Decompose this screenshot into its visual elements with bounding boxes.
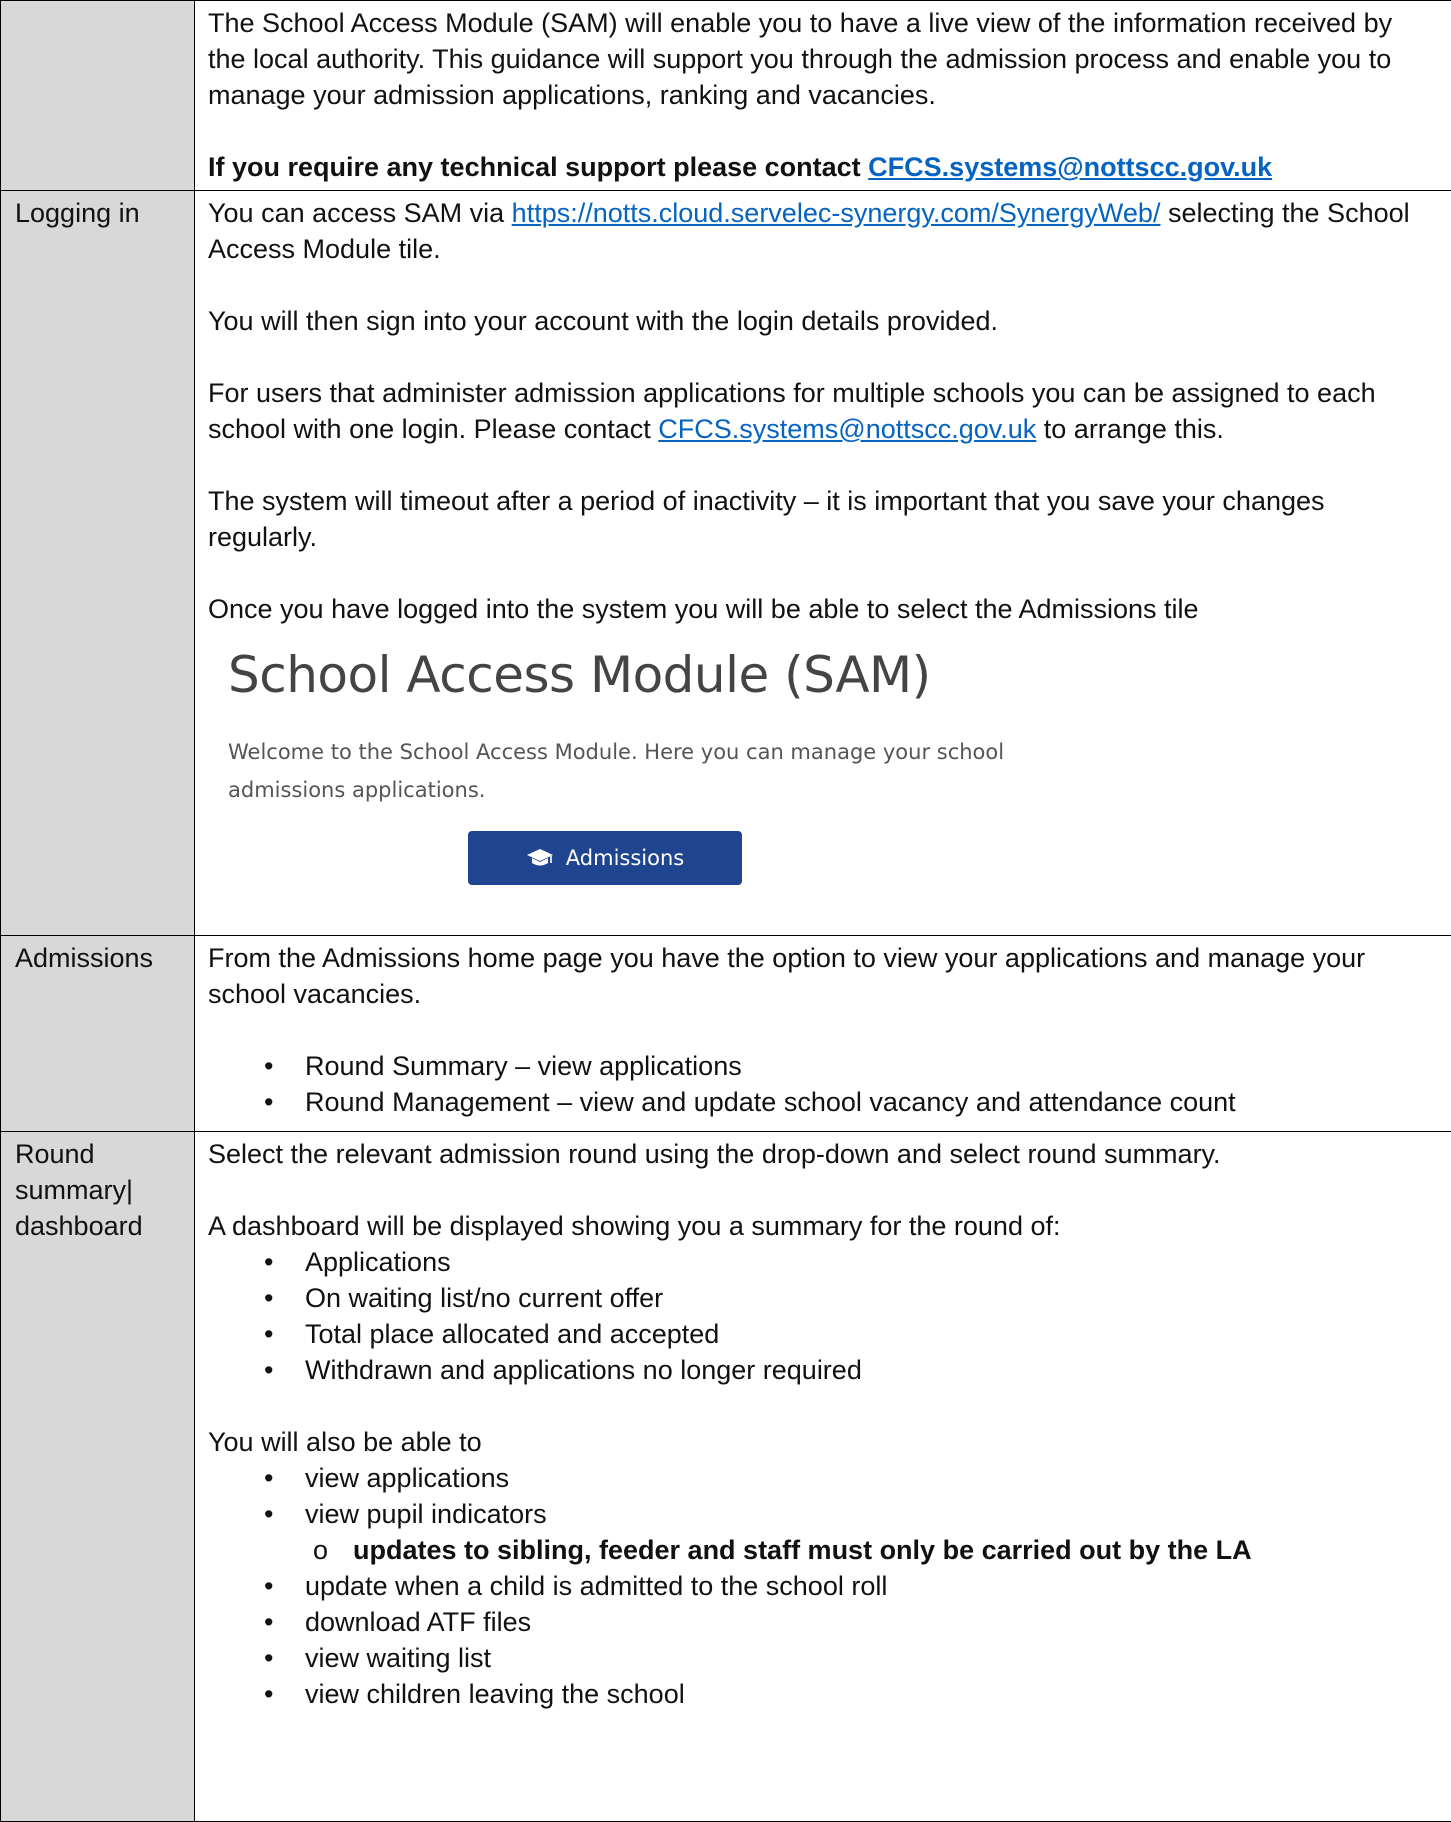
sub-list: updates to sibling, feeder and staff mus… [208, 1532, 1437, 1568]
multi-school-paragraph: For users that administer admission appl… [208, 375, 1437, 447]
sam-title: School Access Module (SAM) [228, 645, 931, 705]
admissions-paragraph: From the Admissions home page you have t… [208, 940, 1437, 1012]
support-text: If you require any technical support ple… [208, 149, 1437, 185]
admissions-list: Round Summary – view applications Round … [208, 1048, 1437, 1120]
list-item: view applications [208, 1460, 1437, 1496]
admissions-button[interactable]: Admissions [468, 831, 742, 885]
logging-in-label: Logging in [1, 191, 195, 936]
admissions-label: Admissions [1, 936, 195, 1132]
multi-email-link[interactable]: CFCS.systems@nottscc.gov.uk [658, 414, 1036, 444]
synergy-url-link[interactable]: https://notts.cloud.servelec-synergy.com… [512, 198, 1161, 228]
list-item: Withdrawn and applications no longer req… [208, 1352, 1437, 1388]
logging-in-content: You can access SAM via https://notts.clo… [195, 191, 1451, 936]
also-able-list-continued: update when a child is admitted to the s… [208, 1568, 1437, 1712]
admissions-row: Admissions From the Admissions home page… [1, 936, 1451, 1132]
round-summary-label: Round summary| dashboard [1, 1132, 195, 1822]
list-item: On waiting list/no current offer [208, 1280, 1437, 1316]
dashboard-list: Applications On waiting list/no current … [208, 1244, 1437, 1388]
access-prefix: You can access SAM via [208, 198, 512, 228]
list-item: view pupil indicators [208, 1496, 1437, 1532]
also-able-paragraph: You will also be able to [208, 1424, 1437, 1460]
list-item: update when a child is admitted to the s… [208, 1568, 1437, 1604]
access-paragraph: You can access SAM via https://notts.clo… [208, 195, 1437, 267]
intro-content-cell: The School Access Module (SAM) will enab… [195, 1, 1451, 191]
support-prefix: If you require any technical support ple… [208, 152, 868, 182]
list-item: view children leaving the school [208, 1676, 1437, 1712]
timeout-paragraph: The system will timeout after a period o… [208, 483, 1437, 555]
sub-list-item: updates to sibling, feeder and staff mus… [208, 1532, 1437, 1568]
admissions-button-label: Admissions [566, 840, 684, 876]
multi-suffix: to arrange this. [1036, 414, 1224, 444]
list-item: Applications [208, 1244, 1437, 1280]
intro-paragraph: The School Access Module (SAM) will enab… [208, 5, 1437, 113]
guidance-table: The School Access Module (SAM) will enab… [0, 0, 1451, 1822]
sam-screenshot: School Access Module (SAM) Welcome to th… [208, 645, 1437, 935]
sam-welcome-text: Welcome to the School Access Module. Her… [228, 733, 1028, 809]
once-logged-paragraph: Once you have logged into the system you… [208, 591, 1437, 627]
round-summary-content: Select the relevant admission round usin… [195, 1132, 1451, 1822]
dashboard-paragraph: A dashboard will be displayed showing yo… [208, 1208, 1437, 1244]
list-item: download ATF files [208, 1604, 1437, 1640]
intro-row: The School Access Module (SAM) will enab… [1, 1, 1451, 191]
support-email-link[interactable]: CFCS.systems@nottscc.gov.uk [868, 152, 1272, 182]
logging-in-row: Logging in You can access SAM via https:… [1, 191, 1451, 936]
also-able-list: view applications view pupil indicators [208, 1460, 1437, 1532]
list-item: view waiting list [208, 1640, 1437, 1676]
list-item: Round Management – view and update schoo… [208, 1084, 1437, 1120]
intro-label-cell [1, 1, 195, 191]
sign-in-paragraph: You will then sign into your account wit… [208, 303, 1437, 339]
select-round-paragraph: Select the relevant admission round usin… [208, 1136, 1437, 1172]
list-item: Total place allocated and accepted [208, 1316, 1437, 1352]
admissions-content: From the Admissions home page you have t… [195, 936, 1451, 1132]
round-summary-row: Round summary| dashboard Select the rele… [1, 1132, 1451, 1822]
list-item: Round Summary – view applications [208, 1048, 1437, 1084]
graduation-cap-icon [526, 848, 554, 868]
